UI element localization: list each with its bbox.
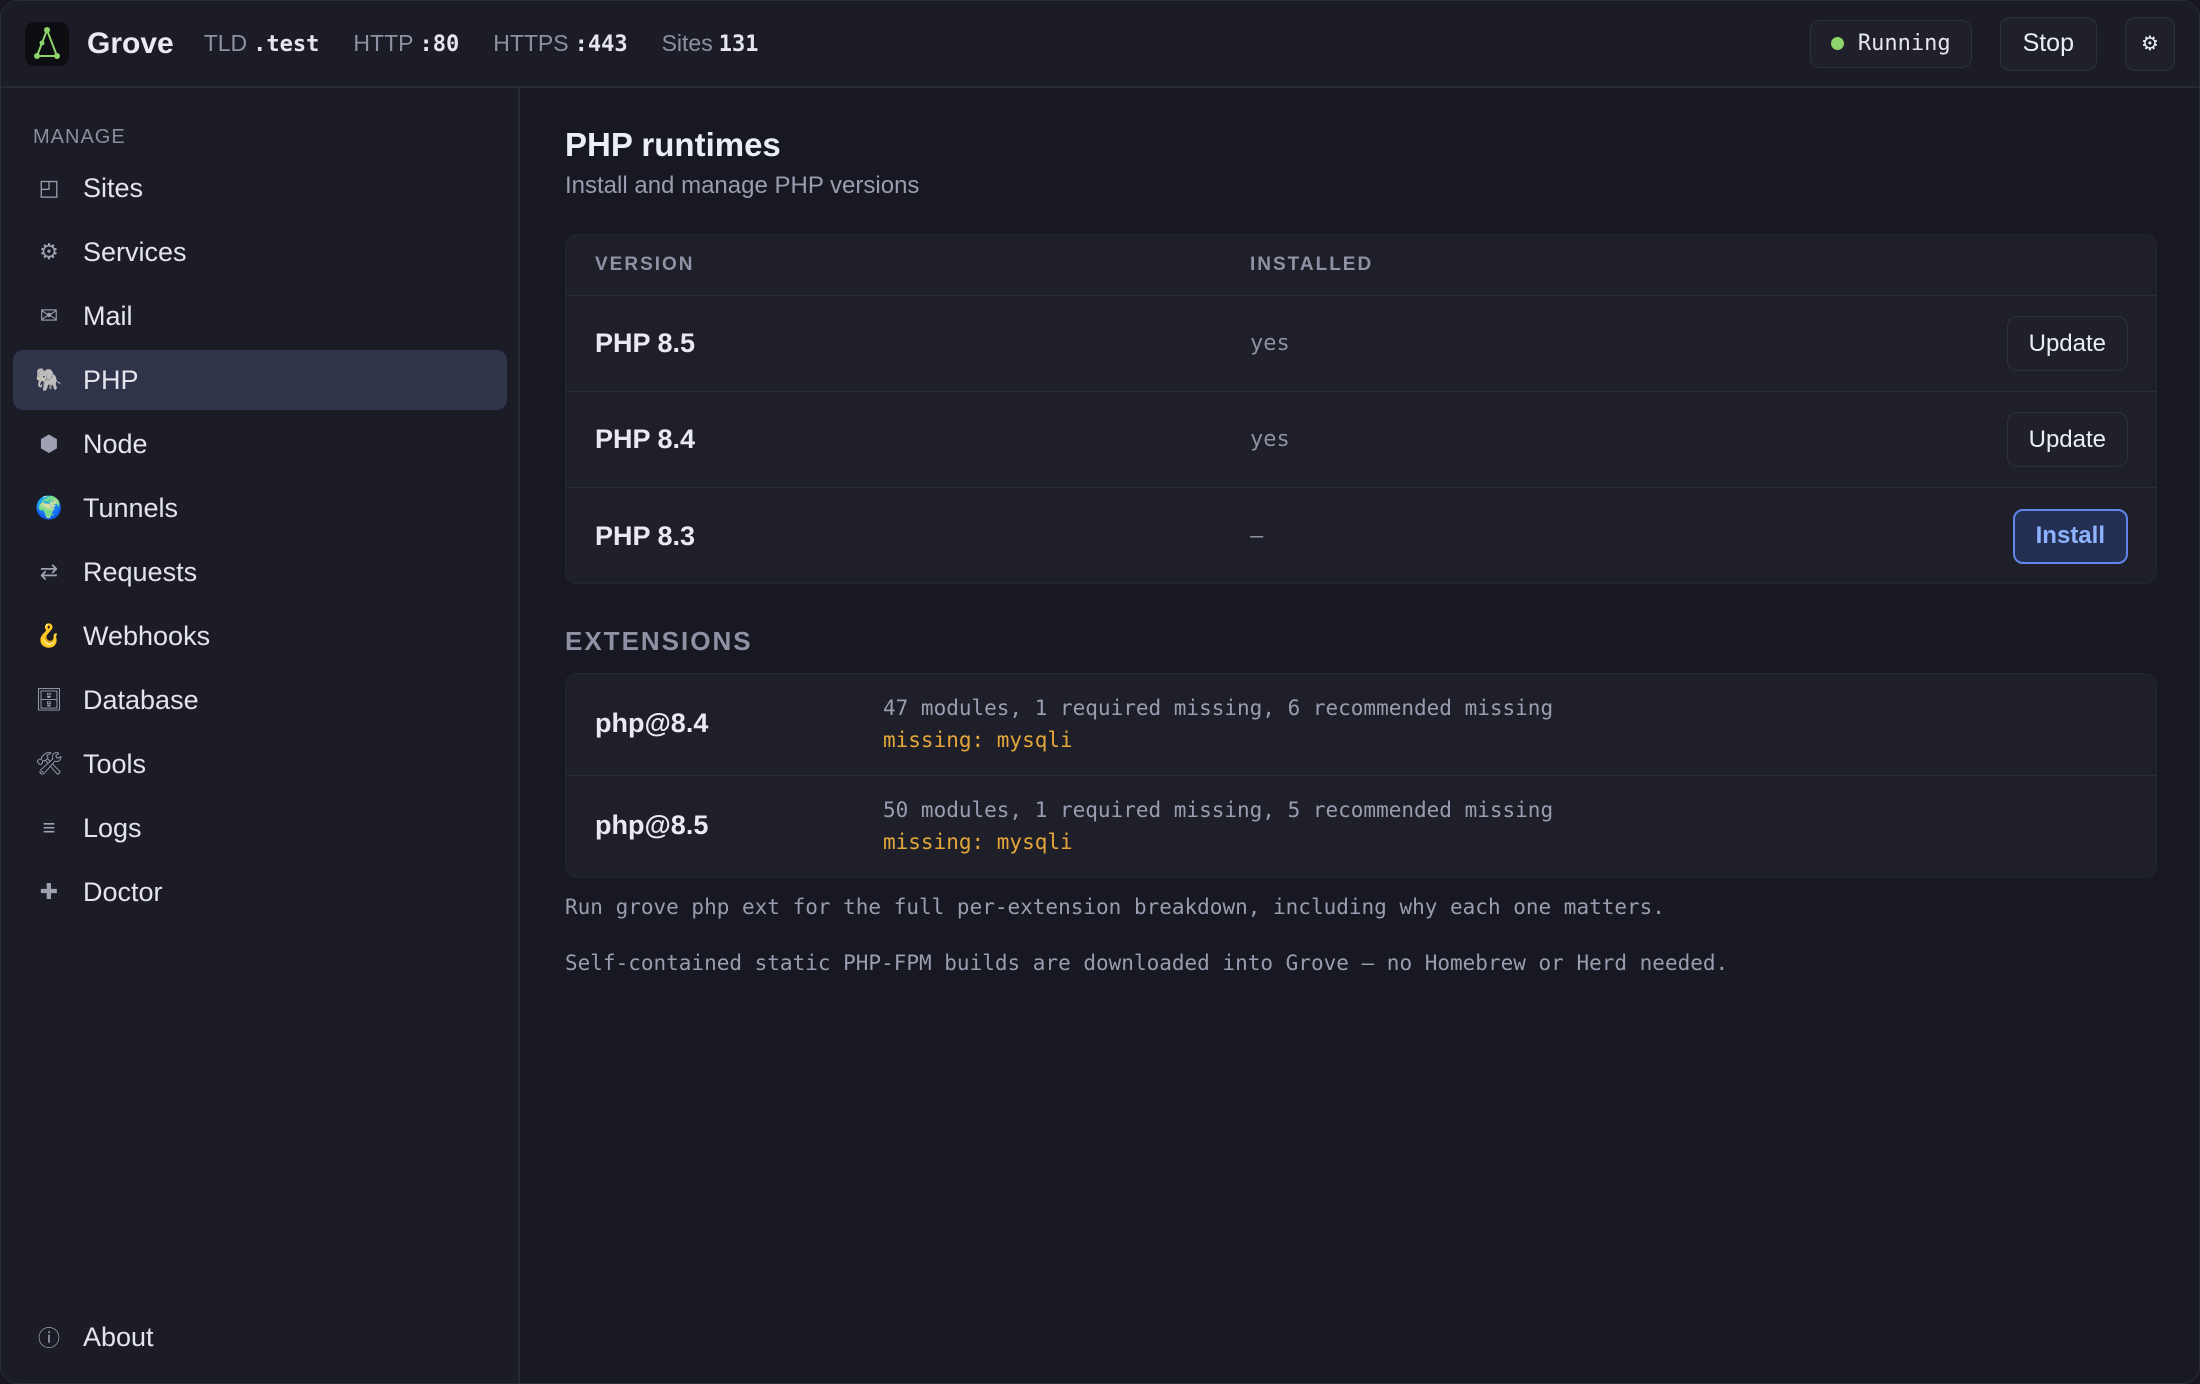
app-name: Grove xyxy=(87,26,174,60)
sidebar-item-services[interactable]: ⚙ Services xyxy=(13,222,507,282)
https-stat: HTTPS:443 xyxy=(493,30,627,57)
extension-missing: missing: mysqli xyxy=(883,728,1073,752)
sidebar-item-logs[interactable]: ≡ Logs xyxy=(13,798,507,858)
grove-logo-icon xyxy=(25,21,69,66)
status-badge: Running xyxy=(1809,19,1972,68)
lines-icon: ≡ xyxy=(42,815,56,840)
stop-button[interactable]: Stop xyxy=(1999,16,2097,71)
table-header: VERSION INSTALLED xyxy=(566,235,2156,296)
extension-runtime-name: php@8.4 xyxy=(595,708,709,738)
runtime-installed: yes xyxy=(1250,331,1290,356)
list-item: php@8.5 50 modules, 1 required missing, … xyxy=(566,776,2156,877)
cabinet-icon: 🗄 xyxy=(35,687,63,712)
extension-runtime-name: php@8.5 xyxy=(595,810,709,840)
tools-icon: 🛠 xyxy=(35,751,63,776)
sites-stat: Sites 131 xyxy=(662,30,759,57)
sidebar-item-database[interactable]: 🗄 Database xyxy=(13,670,507,730)
tld-stat: TLD .test xyxy=(204,30,320,57)
runtime-installed: – xyxy=(1250,523,1264,549)
sidebar-item-sites[interactable]: ◰ Sites xyxy=(13,158,507,218)
header-installed: INSTALLED xyxy=(1250,254,1374,275)
sidebar-item-mail[interactable]: ✉ Mail xyxy=(13,286,507,346)
sidebar-item-requests[interactable]: ⇄ Requests xyxy=(13,542,507,602)
sidebar-item-label: Tunnels xyxy=(83,492,179,523)
http-label: HTTP xyxy=(353,30,414,56)
table-row: PHP 8.5 yes Update xyxy=(566,296,2156,392)
services-icon: ⚙ xyxy=(39,239,59,264)
sidebar-item-label: Requests xyxy=(83,556,198,587)
sidebar-item-tools[interactable]: 🛠 Tools xyxy=(13,734,507,794)
http-value: :80 xyxy=(419,32,460,57)
tld-value: .test xyxy=(253,32,320,57)
table-row: PHP 8.4 yes Update xyxy=(566,392,2156,488)
plus-icon: ✚ xyxy=(39,879,59,904)
sidebar-item-doctor[interactable]: ✚ Doctor xyxy=(13,862,507,922)
extensions-list: php@8.4 47 modules, 1 required missing, … xyxy=(565,673,2157,878)
builds-note: Self-contained static PHP-FPM builds are… xyxy=(565,951,1729,975)
sidebar: MANAGE ◰ Sites ⚙ Services ✉ Mail 🐘 PHP ⬢… xyxy=(1,88,520,1383)
sidebar-item-about[interactable]: ⓘ About xyxy=(13,1307,507,1367)
sites-label: Sites xyxy=(661,30,713,56)
sidebar-item-label: Logs xyxy=(83,812,142,843)
extensions-heading: EXTENSIONS xyxy=(565,626,753,656)
sidebar-item-label: PHP xyxy=(83,364,139,395)
tld-label: TLD xyxy=(203,30,248,56)
mail-icon: ✉ xyxy=(39,303,59,328)
runtimes-table: VERSION INSTALLED PHP 8.5 yes Update PHP… xyxy=(565,234,2157,584)
sidebar-item-label: Mail xyxy=(83,300,133,331)
install-button[interactable]: Install xyxy=(2012,508,2128,564)
update-button[interactable]: Update xyxy=(2006,412,2128,467)
runtime-version: PHP 8.3 xyxy=(595,520,696,551)
sidebar-item-tunnels[interactable]: 🌍 Tunnels xyxy=(13,478,507,538)
sidebar-item-label: About xyxy=(83,1321,154,1352)
top-bar: Grove TLD .test HTTP:80 HTTPS:443 Sites 13… xyxy=(1,1,2199,88)
status-text: Running xyxy=(1857,31,1951,56)
sites-value: 131 xyxy=(718,32,759,57)
sidebar-item-label: Webhooks xyxy=(83,620,211,651)
sidebar-item-label: Node xyxy=(83,428,148,459)
extension-missing: missing: mysqli xyxy=(883,830,1073,854)
header-version: VERSION xyxy=(595,254,695,275)
http-stat: HTTP:80 xyxy=(353,30,459,57)
runtime-installed: yes xyxy=(1250,427,1290,452)
extension-summary: 47 modules, 1 required missing, 6 recomm… xyxy=(883,696,1554,720)
info-icon: ⓘ xyxy=(37,1326,60,1351)
settings-button[interactable]: ⚙ xyxy=(2125,16,2175,71)
sidebar-item-php[interactable]: 🐘 PHP xyxy=(13,350,507,410)
sidebar-item-label: Sites xyxy=(83,172,144,203)
page-title: PHP runtimes xyxy=(565,126,781,163)
ext-help-note: Run grove php ext for the full per-exten… xyxy=(565,895,1665,919)
https-value: :443 xyxy=(574,32,628,57)
sidebar-item-label: Tools xyxy=(83,748,147,779)
sidebar-item-webhooks[interactable]: 🪝 Webhooks xyxy=(13,606,507,666)
sidebar-item-label: Services xyxy=(83,236,187,267)
sites-icon: ◰ xyxy=(38,175,60,200)
table-row: PHP 8.3 – Install xyxy=(566,488,2156,583)
arrows-icon: ⇄ xyxy=(39,559,59,584)
main-content: PHP runtimes Install and manage PHP vers… xyxy=(522,88,2199,1383)
hook-icon: 🪝 xyxy=(35,623,63,648)
runtime-version: PHP 8.5 xyxy=(595,328,696,358)
sidebar-item-node[interactable]: ⬢ Node xyxy=(13,414,507,474)
sidebar-item-label: Doctor xyxy=(83,876,163,907)
sidebar-nav: ◰ Sites ⚙ Services ✉ Mail 🐘 PHP ⬢ Node 🌍 xyxy=(13,158,507,926)
app-window: Grove TLD .test HTTP:80 HTTPS:443 Sites 13… xyxy=(0,0,2200,1384)
globe-icon: 🌍 xyxy=(35,495,63,520)
sidebar-footer: ⓘ About xyxy=(13,1307,507,1371)
hexagon-icon: ⬢ xyxy=(39,431,59,456)
gear-icon: ⚙ xyxy=(2141,33,2159,55)
status-dot-icon xyxy=(1830,37,1844,50)
extension-summary: 50 modules, 1 required missing, 5 recomm… xyxy=(883,798,1554,822)
https-label: HTTPS xyxy=(493,30,569,56)
page-subtitle: Install and manage PHP versions xyxy=(565,172,920,199)
list-item: php@8.4 47 modules, 1 required missing, … xyxy=(566,674,2156,776)
sidebar-section-label: MANAGE xyxy=(33,126,126,148)
sidebar-item-label: Database xyxy=(83,684,199,715)
update-button[interactable]: Update xyxy=(2006,316,2128,371)
runtime-version: PHP 8.4 xyxy=(595,424,696,454)
elephant-icon: 🐘 xyxy=(35,367,63,392)
